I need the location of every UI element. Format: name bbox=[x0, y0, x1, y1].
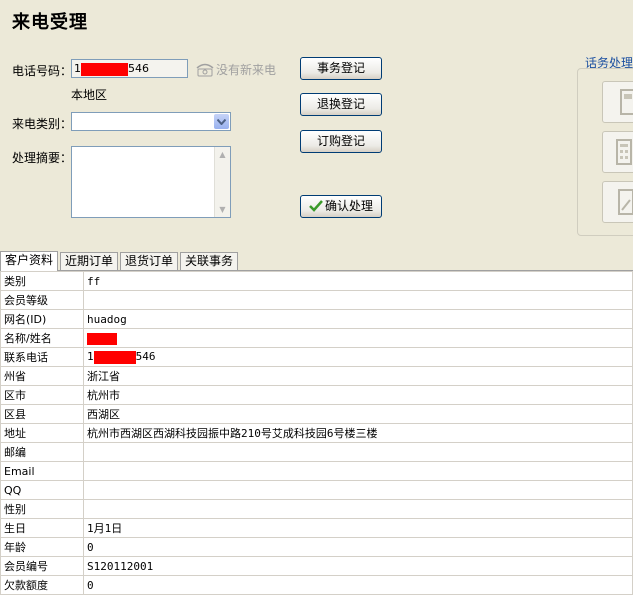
row-key: 区市 bbox=[0, 385, 84, 405]
row-value: 1 546 bbox=[83, 347, 633, 367]
row-key: 会员等级 bbox=[0, 290, 84, 310]
row-key: 生日 bbox=[0, 518, 84, 538]
summary-label: 处理摘要： bbox=[12, 151, 73, 165]
row-key: 地址 bbox=[0, 423, 84, 443]
table-row[interactable]: Email bbox=[0, 461, 633, 481]
row-key: 年龄 bbox=[0, 537, 84, 557]
table-row[interactable]: 区县 西湖区 bbox=[0, 404, 633, 424]
row-value bbox=[83, 442, 633, 462]
confirm-process-label: 确认处理 bbox=[324, 199, 373, 213]
row-value: 杭州市西湖区西湖科技园振中路210号艾成科技园6号楼三楼 bbox=[83, 423, 633, 443]
no-new-call-indicator: 没有新来电 bbox=[196, 61, 276, 78]
table-row[interactable]: 区市 杭州市 bbox=[0, 385, 633, 405]
table-row[interactable]: 联系电话 1 546 bbox=[0, 347, 633, 367]
scroll-up-icon[interactable]: ▲ bbox=[215, 147, 230, 162]
table-row[interactable]: 年龄 0 bbox=[0, 537, 633, 557]
phone-prefix: 1 bbox=[74, 62, 81, 75]
row-value: S120112001 bbox=[83, 556, 633, 576]
row-value: 0 bbox=[83, 537, 633, 557]
row-value bbox=[83, 499, 633, 519]
table-row[interactable]: 名称/姓名 bbox=[0, 328, 633, 348]
row-key: Email bbox=[0, 461, 84, 481]
row-value bbox=[83, 480, 633, 500]
return-exchange-register-button[interactable]: 退换登记 bbox=[300, 93, 382, 116]
phone-device-button[interactable] bbox=[602, 81, 633, 123]
tab-return-orders[interactable]: 退货订单 bbox=[120, 252, 179, 270]
row-value bbox=[83, 290, 633, 310]
row-key: 欠款额度 bbox=[0, 575, 84, 595]
row-value bbox=[83, 461, 633, 481]
page-title: 来电受理 bbox=[12, 12, 88, 33]
table-row[interactable]: 会员编号 S120112001 bbox=[0, 556, 633, 576]
table-row[interactable]: 欠款额度 0 bbox=[0, 575, 633, 595]
row-value: 杭州市 bbox=[83, 385, 633, 405]
no-new-call-text: 没有新来电 bbox=[216, 63, 277, 77]
row-key: 邮编 bbox=[0, 442, 84, 462]
contact-phone-prefix: 1 bbox=[87, 350, 94, 364]
calculator-icon bbox=[618, 189, 633, 215]
phone-redaction bbox=[81, 62, 128, 76]
row-key: 会员编号 bbox=[0, 556, 84, 576]
customer-info-table: 类别 ff 会员等级 网名(ID) huadog 名称/姓名 联系电话 1 546 州省… bbox=[0, 271, 633, 595]
summary-scrollbar[interactable]: ▲ ▼ bbox=[214, 147, 230, 217]
row-key: 名称/姓名 bbox=[0, 328, 84, 348]
row-value: 0 bbox=[83, 575, 633, 595]
detail-tabs: 客户资料 近期订单 退货订单 关联事务 bbox=[0, 251, 633, 271]
table-row[interactable]: 类别 ff bbox=[0, 271, 633, 291]
row-key: 类别 bbox=[0, 271, 84, 291]
contact-phone-redaction bbox=[93, 350, 136, 364]
scroll-down-icon[interactable]: ▼ bbox=[215, 202, 230, 217]
category-select[interactable] bbox=[71, 112, 231, 131]
table-row[interactable]: 性别 bbox=[0, 499, 633, 519]
row-key: 性别 bbox=[0, 499, 84, 519]
row-key: 联系电话 bbox=[0, 347, 84, 367]
row-key: 区县 bbox=[0, 404, 84, 424]
contact-phone-suffix: 546 bbox=[135, 350, 156, 364]
name-redaction bbox=[87, 332, 117, 345]
tab-customer-info[interactable]: 客户资料 bbox=[0, 251, 59, 271]
row-value: huadog bbox=[83, 309, 633, 329]
table-row[interactable]: 生日 1月1日 bbox=[0, 518, 633, 538]
affair-register-button[interactable]: 事务登记 bbox=[300, 57, 382, 80]
row-value: 西湖区 bbox=[83, 404, 633, 424]
confirm-process-button[interactable]: 确认处理 bbox=[300, 195, 382, 218]
phone-device-icon bbox=[620, 89, 633, 115]
phone-field[interactable]: 1 546 bbox=[71, 59, 188, 78]
call-processing-panel bbox=[577, 68, 633, 236]
telephone-icon bbox=[196, 63, 214, 77]
phone-suffix: 546 bbox=[128, 62, 149, 75]
table-row[interactable]: 会员等级 bbox=[0, 290, 633, 310]
chevron-down-icon[interactable] bbox=[214, 114, 229, 129]
summary-textarea[interactable]: ▲ ▼ bbox=[71, 146, 231, 218]
table-row[interactable]: QQ bbox=[0, 480, 633, 500]
dial-pad-icon bbox=[616, 139, 632, 165]
row-value: ff bbox=[83, 271, 633, 291]
calculator-button[interactable] bbox=[602, 181, 633, 223]
row-key: QQ bbox=[0, 480, 84, 500]
row-key: 网名(ID) bbox=[0, 309, 84, 329]
region-text: 本地区 bbox=[71, 88, 108, 102]
order-register-button[interactable]: 订购登记 bbox=[300, 130, 382, 153]
table-row[interactable]: 地址 杭州市西湖区西湖科技园振中路210号艾成科技园6号楼三楼 bbox=[0, 423, 633, 443]
row-value bbox=[83, 328, 633, 348]
row-value: 浙江省 bbox=[83, 366, 633, 386]
row-value: 1月1日 bbox=[83, 518, 633, 538]
row-key: 州省 bbox=[0, 366, 84, 386]
checkmark-icon bbox=[309, 200, 323, 212]
category-label: 来电类别： bbox=[12, 117, 73, 131]
tab-related-affairs[interactable]: 关联事务 bbox=[180, 252, 239, 270]
tab-recent-orders[interactable]: 近期订单 bbox=[60, 252, 119, 270]
phone-label: 电话号码： bbox=[12, 64, 73, 78]
table-row[interactable]: 州省 浙江省 bbox=[0, 366, 633, 386]
table-row[interactable]: 邮编 bbox=[0, 442, 633, 462]
call-handling-panel: 来电受理 电话号码： 1 546 没有新来电 本地区 来电类别： 处理摘要： ▲ … bbox=[0, 0, 633, 251]
dial-pad-button[interactable] bbox=[602, 131, 633, 173]
table-row[interactable]: 网名(ID) huadog bbox=[0, 309, 633, 329]
